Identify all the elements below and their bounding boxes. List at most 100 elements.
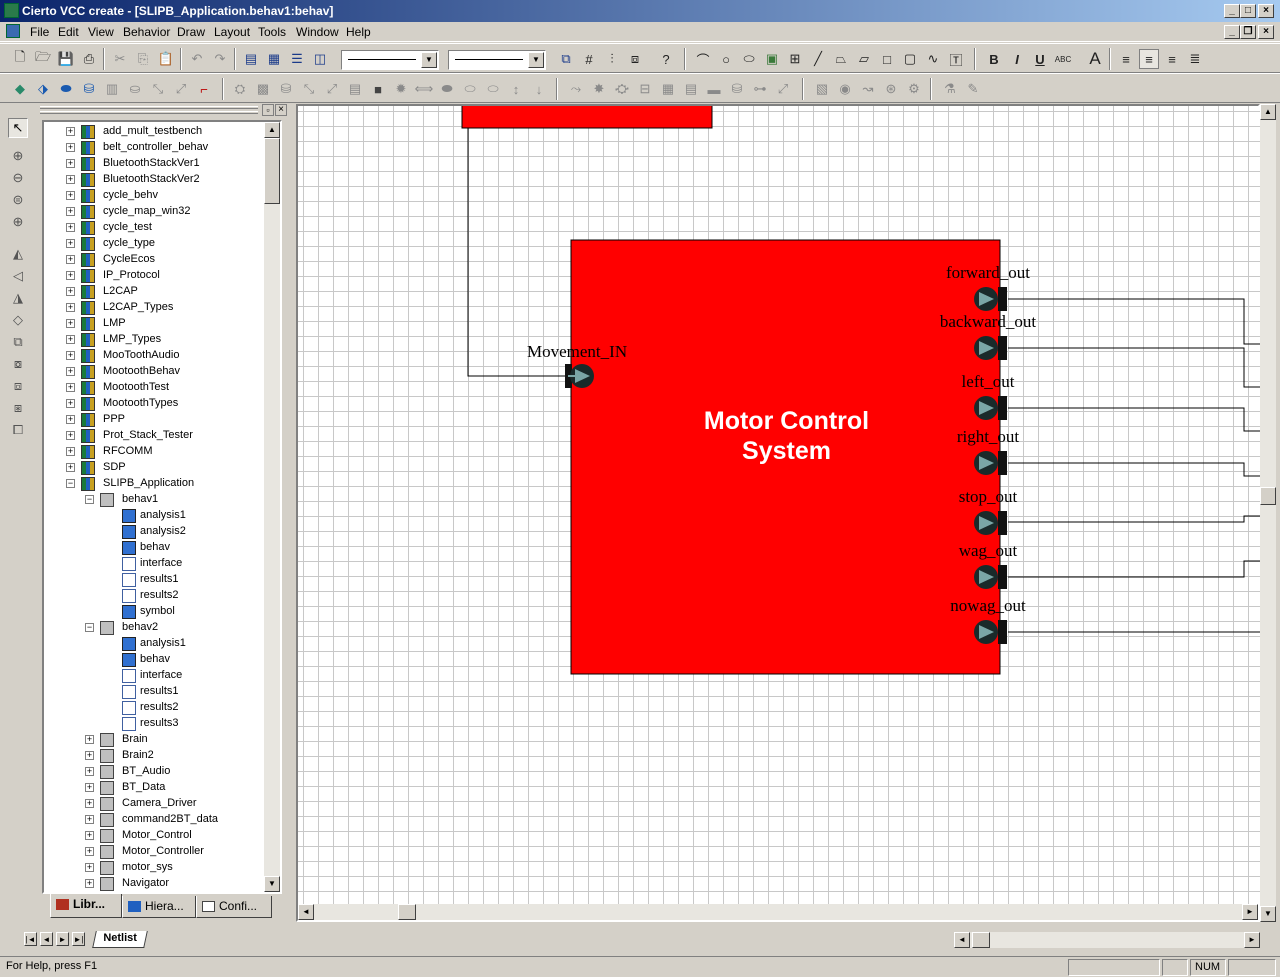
zoom-area-icon[interactable]: ⊕ (8, 212, 28, 232)
map-icon[interactable]: ⤳ (566, 79, 586, 99)
strikethrough-icon[interactable]: ABC (1053, 49, 1073, 69)
expand-icon[interactable]: + (66, 143, 75, 152)
arc-icon[interactable]: ⌒ (693, 49, 713, 69)
scroll-down-icon[interactable]: ▼ (264, 876, 280, 892)
arch-bus-icon[interactable]: ⤢ (322, 79, 342, 99)
expand-icon[interactable]: + (66, 415, 75, 424)
expand-icon[interactable]: + (85, 799, 94, 808)
map-table-icon[interactable]: ▦ (658, 79, 678, 99)
connector-icon[interactable]: ⌐ (194, 79, 214, 99)
scroll-down-icon[interactable]: ▼ (1260, 906, 1276, 922)
arch-cpu-icon[interactable]: ⛭ (230, 79, 250, 99)
grid-icon[interactable]: # (579, 49, 599, 69)
context-help-icon[interactable]: ? (656, 49, 676, 69)
rectangle-icon[interactable]: □ (877, 49, 897, 69)
bring-front-icon[interactable]: ⧈ (8, 376, 28, 396)
menu-window[interactable]: Window (296, 25, 339, 39)
prev-sheet-icon[interactable]: ◄ (40, 932, 53, 946)
behavior-diagram-icon[interactable]: ◆ (10, 79, 30, 99)
maximize-button[interactable]: □ (1240, 4, 1256, 18)
panel-grip[interactable] (40, 111, 258, 114)
tree-item[interactable]: + add_mult_testbench (44, 124, 264, 140)
bold-icon[interactable]: B (984, 49, 1004, 69)
cut-icon[interactable]: ✂ (110, 49, 130, 69)
tile-vertical-icon[interactable]: ◫ (310, 49, 330, 69)
scroll-thumb[interactable] (398, 904, 416, 920)
expand-icon[interactable]: + (66, 367, 75, 376)
panel-float-icon[interactable]: ▫ (262, 104, 274, 116)
expand-icon[interactable]: + (66, 271, 75, 280)
tree-item[interactable]: + L2CAP (44, 284, 264, 300)
tree-item[interactable]: + Camera_Driver (44, 796, 264, 812)
tree-item[interactable]: results2 (44, 700, 264, 716)
map-bus-icon[interactable]: ▬ (704, 79, 724, 99)
connect-icon[interactable]: ⧉ (556, 49, 576, 69)
scroll-up-icon[interactable]: ▲ (1260, 104, 1276, 120)
map-arrow-icon[interactable]: ⤢ (773, 79, 793, 99)
zoom-out-icon[interactable]: ⊖ (8, 168, 28, 188)
last-sheet-icon[interactable]: ►| (72, 932, 85, 946)
map-star-icon[interactable]: ✸ (589, 79, 609, 99)
map-memory-icon[interactable]: ⛁ (727, 79, 747, 99)
tree-vertical-scrollbar[interactable]: ▲ ▼ (264, 122, 280, 892)
tree-item[interactable]: results2 (44, 588, 264, 604)
tree-item[interactable]: behav (44, 540, 264, 556)
expand-icon[interactable]: + (66, 287, 75, 296)
scroll-right-icon[interactable]: ► (1244, 932, 1260, 948)
tree-item[interactable]: analysis1 (44, 636, 264, 652)
tree-item[interactable]: − SLIPB_Application (44, 476, 264, 492)
scroll-up-icon[interactable]: ▲ (264, 122, 280, 138)
new-file-icon[interactable]: 🗋 (10, 49, 30, 69)
expand-icon[interactable]: + (66, 399, 75, 408)
scroll-thumb[interactable] (972, 932, 990, 948)
expand-icon[interactable]: + (66, 127, 75, 136)
expand-icon[interactable]: + (66, 207, 75, 216)
arch-up-down-icon[interactable]: ↕ (506, 79, 526, 99)
menu-edit[interactable]: Edit (58, 25, 79, 39)
print-icon[interactable]: ⎙ (79, 49, 99, 69)
menu-view[interactable]: View (88, 25, 114, 39)
map-grid-icon[interactable]: ▤ (681, 79, 701, 99)
image-icon[interactable]: ▣ (762, 49, 782, 69)
tree-item[interactable]: + SDP (44, 460, 264, 476)
expand-icon[interactable]: + (85, 847, 94, 856)
minimize-button[interactable]: _ (1224, 4, 1240, 18)
next-sheet-icon[interactable]: ► (56, 932, 69, 946)
tab-library[interactable]: Libr... (50, 894, 122, 918)
sim-probe-icon[interactable]: ⊛ (881, 79, 901, 99)
tile-horizontal-icon[interactable]: ▦ (264, 49, 284, 69)
tree-item[interactable]: + command2BT_data (44, 812, 264, 828)
redo-icon[interactable]: ↷ (210, 49, 230, 69)
expand-icon[interactable]: + (66, 191, 75, 200)
bus-icon[interactable]: ⤢ (171, 79, 191, 99)
arch-bridge-icon[interactable]: ⬬ (437, 79, 457, 99)
tree-item[interactable]: interface (44, 668, 264, 684)
send-back-icon[interactable]: ⧆ (8, 398, 28, 418)
tree-item[interactable]: + motor_sys (44, 860, 264, 876)
tree-item[interactable]: + Motor_Control (44, 828, 264, 844)
polyline-icon[interactable]: ⏢ (831, 49, 851, 69)
tab-configuration[interactable]: Confi... (196, 896, 272, 918)
tree-item[interactable]: + Navigator (44, 876, 264, 892)
chevron-down-icon[interactable]: ▼ (421, 52, 437, 68)
memory-icon[interactable]: ⛀ (125, 79, 145, 99)
expand-icon[interactable]: + (85, 815, 94, 824)
menu-file[interactable]: File (30, 25, 49, 39)
rounded-rectangle-icon[interactable]: ▢ (900, 49, 920, 69)
italic-icon[interactable]: I (1007, 49, 1027, 69)
undo-icon[interactable]: ↶ (187, 49, 207, 69)
rotate-left-icon[interactable]: ◁ (8, 266, 28, 286)
tab-hierarchy[interactable]: Hiera... (122, 896, 196, 918)
tree-item[interactable]: − behav2 (44, 620, 264, 636)
arch-down-icon[interactable]: ↓ (529, 79, 549, 99)
tree-item[interactable]: + cycle_behv (44, 188, 264, 204)
document-icon[interactable] (6, 24, 20, 38)
tree-item[interactable]: symbol (44, 604, 264, 620)
output-port-icon[interactable]: ⬬ (56, 79, 76, 99)
sim-run-icon[interactable]: ◉ (835, 79, 855, 99)
cascade-windows-icon[interactable]: ▤ (241, 49, 261, 69)
diagram-canvas[interactable]: Movement_IN Motor Control System forward… (298, 106, 1260, 906)
group-icon[interactable]: ⧉ (8, 332, 28, 352)
map-pattern-icon[interactable]: ⊟ (635, 79, 655, 99)
input-port-icon[interactable]: ⬗ (33, 79, 53, 99)
